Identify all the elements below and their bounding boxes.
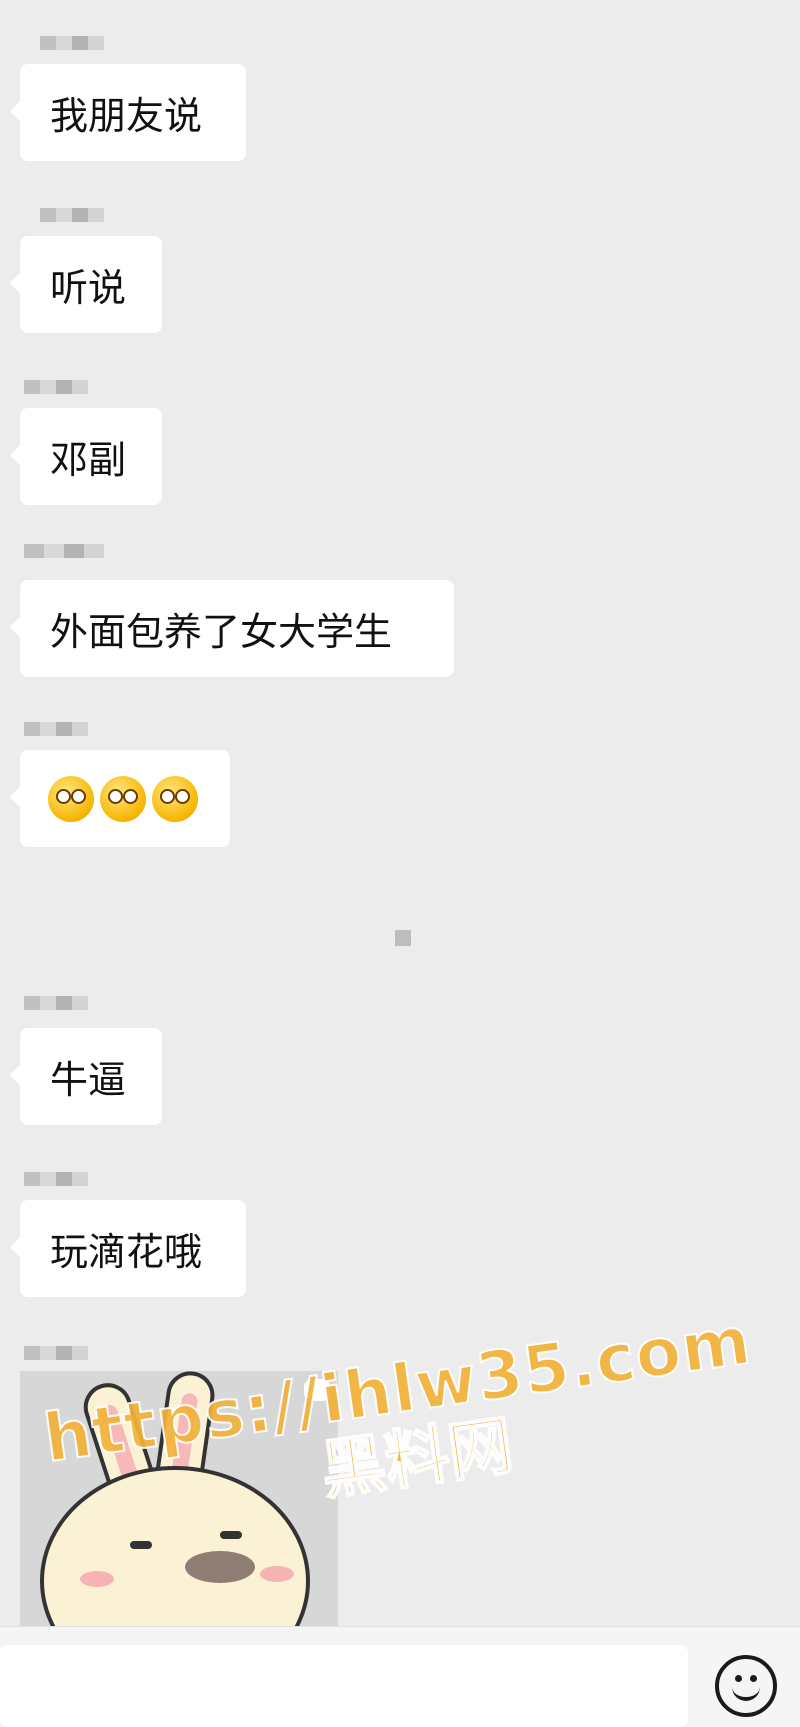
- message-input[interactable]: [0, 1645, 688, 1727]
- message-bubble[interactable]: 我朋友说: [10, 64, 246, 161]
- sender-name-redacted: [24, 1346, 88, 1360]
- sender-name-redacted: [24, 544, 104, 558]
- crazy-face-icon: [48, 775, 94, 822]
- message-bubble[interactable]: 听说: [10, 236, 162, 333]
- sender-name-redacted: [24, 380, 88, 394]
- sender-name-redacted: [24, 722, 88, 736]
- sender-name-redacted: [40, 36, 104, 50]
- smile-mouth: [732, 1681, 760, 1701]
- redacted-pixel: [395, 930, 411, 946]
- message-bubble[interactable]: 外面包养了女大学生: [10, 580, 454, 677]
- crazy-face-icon: [152, 775, 198, 822]
- message-text: 外面包养了女大学生: [50, 610, 393, 654]
- message-bubble-emoji[interactable]: [10, 750, 230, 847]
- message-text: 玩滴花哦: [50, 1230, 203, 1274]
- smile-icon[interactable]: [715, 1655, 777, 1717]
- message-bubble[interactable]: 邓副: [10, 408, 162, 505]
- sender-name-redacted: [24, 1172, 88, 1186]
- sender-name-redacted: [40, 208, 104, 222]
- rabbit-cheek: [260, 1566, 294, 1582]
- crazy-face-icon: [100, 775, 146, 822]
- message-bubble[interactable]: 玩滴花哦: [10, 1200, 246, 1297]
- message-bubble[interactable]: 牛逼: [10, 1028, 162, 1125]
- emoji-row: [48, 775, 198, 822]
- message-text: 牛逼: [50, 1058, 127, 1102]
- message-text: 听说: [50, 266, 127, 310]
- composer-bar: [0, 1626, 800, 1727]
- message-text: 我朋友说: [50, 94, 203, 138]
- message-text: 邓副: [50, 438, 127, 482]
- sender-name-redacted: [24, 996, 88, 1010]
